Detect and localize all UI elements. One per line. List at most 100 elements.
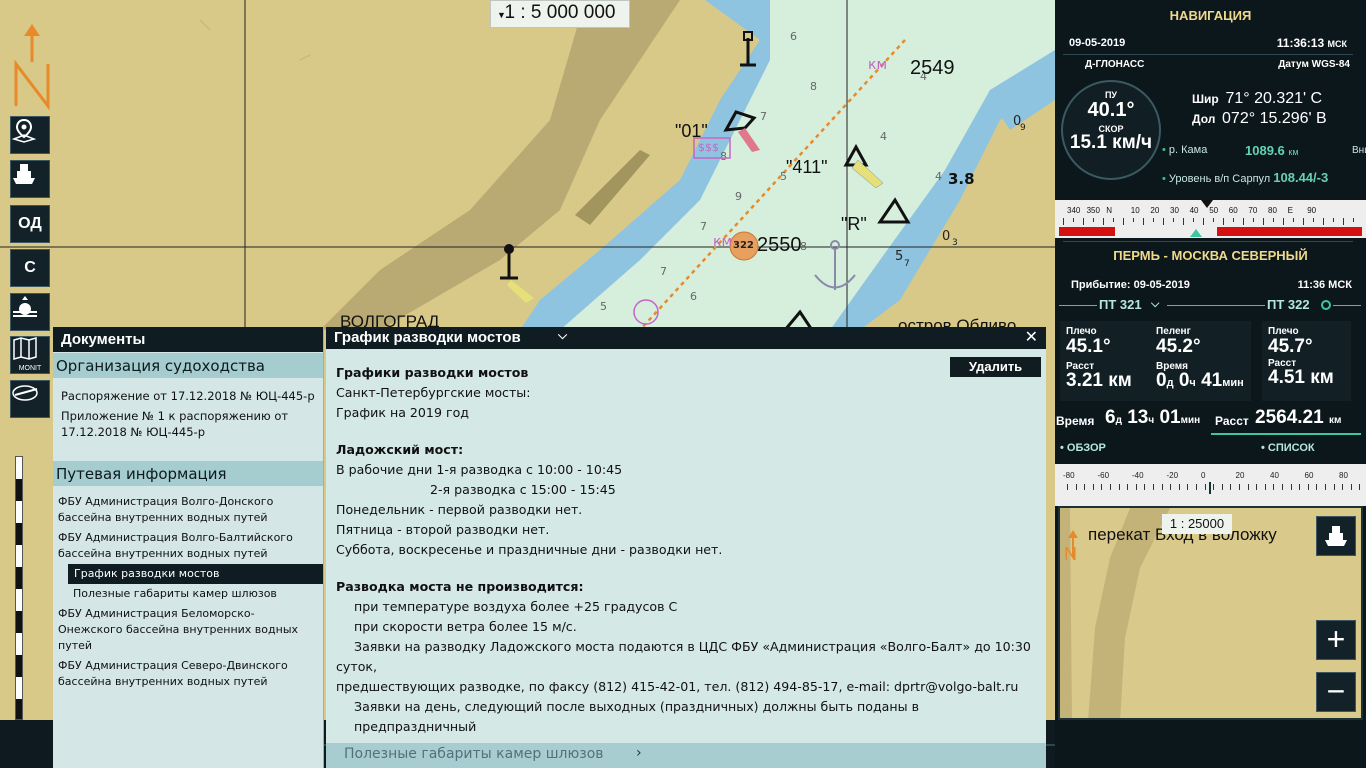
eta-value: 0д 0ч 41мин	[1156, 370, 1244, 391]
water-level: • Уровень в/п Сарпул 108.44/-3	[1162, 170, 1329, 185]
waypoint-row: ПТ 321 ⌵ ПТ 322	[1055, 297, 1366, 315]
section-route-info[interactable]: Путевая информация	[53, 461, 323, 486]
zoom-in-button[interactable]: +	[1316, 620, 1356, 660]
chevron-down-icon: ▼	[497, 10, 506, 20]
od-button[interactable]: ОД	[10, 205, 50, 243]
arrival-time: 11:36 МСК	[1297, 279, 1352, 291]
next-doc-label: Полезные габариты камер шлюзов	[344, 746, 604, 762]
level-label: Уровень в/п Сарпул	[1168, 173, 1271, 185]
waypoint-current[interactable]: ПТ 321	[1099, 297, 1142, 312]
list-link[interactable]: • СПИСОК	[1261, 442, 1315, 454]
waypoint-dot-icon	[1321, 300, 1331, 310]
svg-text:7: 7	[760, 110, 767, 123]
day-night-button[interactable]	[10, 293, 50, 331]
compass-tick-label: 350	[1086, 206, 1100, 215]
course-marker-icon	[1190, 229, 1202, 237]
nav-time: 11:36:13	[1276, 36, 1325, 50]
doc-item[interactable]: Приложение № 1 к распоряжению от 17.12.2…	[53, 406, 323, 442]
buoy-label-411: "411"	[786, 157, 828, 177]
buoy-label-r: "R"	[841, 214, 867, 234]
gnss-source: Д-ГЛОНАСС	[1085, 59, 1145, 70]
datum-value: WGS-84	[1311, 59, 1350, 70]
deviation-scale: -80 -60 -40 -20 0 20 40 60 80	[1055, 464, 1366, 506]
deviation-tick-label: 20	[1235, 471, 1245, 480]
arrival-date: 09-05-2019	[1133, 279, 1190, 291]
delete-button[interactable]: Удалить	[950, 357, 1041, 377]
documents-title: Документы	[53, 327, 323, 352]
content-line: В рабочие дни 1-я разводка с 10:00 - 10:…	[336, 462, 623, 477]
ship-icon	[1325, 526, 1347, 546]
compass-tick-label: 70	[1248, 206, 1258, 215]
next-doc-bar[interactable]: Полезные габариты камер шлюзов ›	[326, 743, 1046, 768]
minimap-north: N	[1064, 544, 1077, 564]
map-book-icon	[13, 337, 37, 360]
overview-link[interactable]: • ОБЗОР	[1060, 442, 1106, 454]
chevron-down-icon[interactable]: ⌵	[1151, 298, 1159, 311]
deviation-tick-label: 40	[1270, 471, 1279, 480]
nav-title: НАВИГАЦИЯ	[1169, 8, 1252, 23]
river-name: р. Кама	[1168, 144, 1208, 156]
doc-item[interactable]: ФБУ Администрация Северо-Двинского бассе…	[53, 656, 323, 692]
doc-item[interactable]: ФБУ Администрация Волго-Донского бассейн…	[53, 492, 323, 528]
km-label: км	[713, 234, 733, 250]
route-tool-button[interactable]	[10, 380, 50, 418]
navigation-panel: НАВИГАЦИЯ 09-05-2019 11:36:13 МСК Д-ГЛОН…	[1055, 0, 1366, 768]
deviation-tick-label: 60	[1304, 471, 1314, 480]
ladoga-title: Ладожский мост:	[336, 442, 464, 457]
doc-item[interactable]: ФБУ Администрация Беломорско-Онежского б…	[53, 604, 323, 656]
doc-item-bridge-schedule[interactable]: График разводки мостов	[68, 564, 323, 584]
pt1-dist: 3.21 км	[1066, 370, 1132, 391]
deviation-tick-label: -60	[1097, 471, 1110, 480]
compass-tick-label: 340	[1067, 206, 1081, 215]
close-icon[interactable]: ✕	[1025, 327, 1038, 347]
content-line: Заявки на разводку Ладожского моста пода…	[336, 639, 1031, 674]
north-arrow-icon	[12, 22, 52, 112]
doc-item[interactable]: Распоряжение от 17.12.2018 № ЮЦ-445-р	[53, 386, 323, 406]
content-line: предшествующих разводке, по факсу (812) …	[336, 679, 1019, 694]
lat-label: Шир	[1192, 92, 1219, 106]
waypoint-next-box: Плечо 45.7° Расст 4.51 км	[1262, 321, 1351, 401]
total-dist-label: Расст	[1215, 414, 1249, 428]
section-navigation-org[interactable]: Организация судоходства	[53, 353, 323, 378]
map-scale[interactable]: ▼ 1 : 5 000 000	[490, 0, 630, 28]
svg-text:7: 7	[660, 265, 667, 278]
minimap-scale[interactable]: 1 : 25000	[1162, 514, 1232, 534]
svg-text:0: 0	[942, 229, 950, 244]
km-label: км	[868, 57, 888, 73]
content-line: 2-я разводка с 15:00 - 15:45	[430, 482, 616, 497]
documents-panel: Документы Организация судоходства Распор…	[53, 327, 324, 768]
compass-tick-label: 60	[1228, 206, 1238, 215]
lat-value: 71° 20.321' С	[1225, 90, 1323, 107]
chevron-down-icon[interactable]: ⌵	[558, 328, 567, 343]
total-time-label: Время	[1056, 414, 1095, 428]
compass-tick-label: 50	[1209, 206, 1219, 215]
minimap[interactable]: N перекат Вход в воложку 1 : 25000 + −	[1058, 506, 1363, 720]
deviation-tick-label: -20	[1166, 471, 1179, 480]
doc-item-lock-dimensions[interactable]: Полезные габариты камер шлюзов	[53, 584, 323, 604]
bearing-value: 45.2°	[1156, 336, 1201, 357]
nav-date: 09-05-2019	[1069, 37, 1126, 49]
svg-text:7: 7	[904, 259, 910, 269]
vessel-tool-button[interactable]	[10, 160, 50, 198]
svg-text:3: 3	[952, 238, 958, 248]
route-totals: Время 6д 13ч 01мин Расст 2564.21 км	[1055, 405, 1366, 435]
doc-item[interactable]: ФБУ Администрация Волго-Балтийского басс…	[53, 528, 323, 564]
c-button[interactable]: С	[10, 249, 50, 287]
compass-tick-label: N	[1106, 206, 1112, 215]
bridge-panel-header: График разводки мостов ⌵ ✕	[326, 327, 1046, 349]
compass-tape: 340 350 N 10 20 30 40 50 60 70 80 E 90	[1055, 200, 1366, 238]
deviation-tick-label: 0	[1201, 471, 1206, 480]
bridge-schedule-panel: График разводки мостов ⌵ ✕ Удалить Графи…	[326, 327, 1046, 768]
content-line: при температуре воздуха более +25 градус…	[354, 599, 678, 614]
waypoint-next[interactable]: ПТ 322	[1267, 297, 1310, 312]
locate-tool-button[interactable]	[10, 116, 50, 154]
zoom-out-button[interactable]: −	[1316, 672, 1356, 712]
compass-tick-label: E	[1287, 206, 1293, 215]
monit-button[interactable]: MONIT	[10, 336, 50, 374]
center-vessel-button[interactable]	[1316, 516, 1356, 556]
content-line: Суббота, воскресенье и праздничные дни -…	[336, 542, 723, 557]
vessel-id-label: 322	[733, 240, 754, 251]
heading-speed-gauge: ПУ 40.1° СКОР 15.1 км/ч	[1061, 80, 1161, 180]
compass-tick-label: 10	[1130, 206, 1140, 215]
river-km: 1089.6	[1245, 143, 1285, 158]
